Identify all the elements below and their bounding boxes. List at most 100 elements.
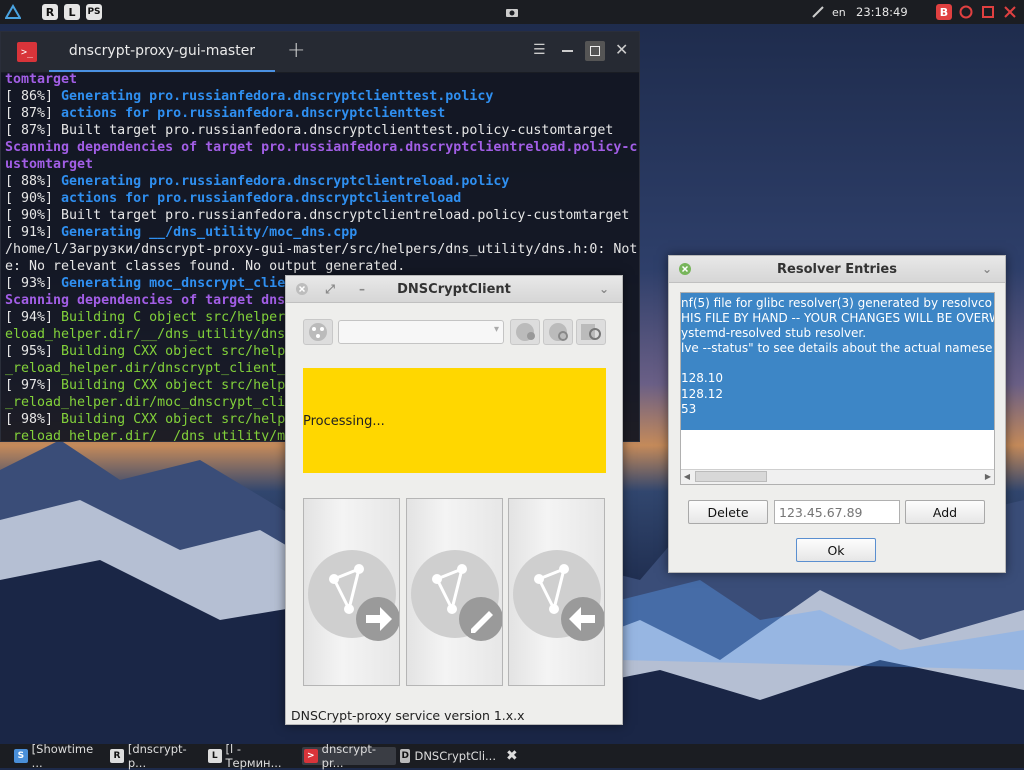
minimize-icon[interactable]: – bbox=[352, 279, 372, 299]
progress-prefix: [ 95%] bbox=[5, 344, 62, 359]
maximize-tray-icon[interactable] bbox=[980, 3, 996, 21]
terminal-line: Scanning dependencies of target pro.russ… bbox=[5, 139, 637, 156]
dnscrypt-window: ⤢ – DNSCryptClient ⌄ ▾ Processing... DNS… bbox=[285, 275, 623, 725]
scroll-thumb[interactable] bbox=[695, 471, 767, 482]
restart-service-button[interactable] bbox=[406, 498, 503, 686]
progress-prefix: [ 94%] bbox=[5, 310, 62, 325]
task-terminal-l[interactable]: L [l - Термин... bbox=[206, 742, 298, 770]
add-button[interactable]: Add bbox=[905, 500, 985, 524]
progress-prefix: [ 90%] bbox=[5, 208, 62, 223]
close-tray-icon[interactable] bbox=[1002, 3, 1018, 21]
resolver-window: Resolver Entries ⌄ nf(5) file for glibc … bbox=[668, 255, 1006, 573]
terminal-line-text: Built target pro.russianfedora.dnscryptc… bbox=[61, 123, 614, 138]
close-icon[interactable] bbox=[675, 259, 695, 279]
terminal-line: [ 88%] Generating pro.russianfedora.dnsc… bbox=[5, 173, 637, 190]
terminal-line-text: actions for pro.russianfedora.dnscryptcl… bbox=[61, 106, 446, 121]
playstation-icon[interactable]: PS bbox=[86, 3, 102, 21]
close-button[interactable]: ✕ bbox=[615, 40, 628, 59]
maximize-button[interactable] bbox=[585, 41, 605, 61]
ip-input[interactable] bbox=[774, 500, 900, 524]
chevron-down-icon[interactable]: ⌄ bbox=[977, 259, 997, 279]
terminal-line: [ 87%] actions for pro.russianfedora.dns… bbox=[5, 105, 637, 122]
network-globe-icon[interactable] bbox=[303, 319, 333, 345]
terminal-line-text: _reload_helper.dir/__/dns_utility/mo bbox=[5, 429, 294, 441]
launcher-l[interactable]: L bbox=[64, 3, 80, 21]
clock[interactable]: 23:18:49 bbox=[856, 3, 908, 21]
globe-edit-icon bbox=[411, 550, 502, 641]
status-panel: Processing... bbox=[303, 368, 606, 473]
chevron-down-icon: ▾ bbox=[493, 324, 499, 335]
new-tab-button[interactable]: + bbox=[287, 38, 305, 63]
terminal-line-text: actions for pro.russianfedora.dnscryptcl… bbox=[61, 191, 462, 206]
settings-icon[interactable] bbox=[543, 319, 573, 345]
terminal-line: tomtarget bbox=[5, 71, 637, 88]
window-title: Resolver Entries bbox=[777, 261, 897, 277]
scroll-right-icon[interactable]: ▶ bbox=[982, 470, 994, 483]
terminal-icon: > bbox=[304, 749, 318, 763]
progress-prefix: [ 90%] bbox=[5, 191, 62, 206]
task-dnscrypt-terminal[interactable]: > dnscrypt-pr... bbox=[302, 742, 396, 770]
server-select[interactable]: ▾ bbox=[338, 320, 504, 344]
maximize-icon[interactable]: ⤢ bbox=[320, 279, 340, 299]
l-icon: L bbox=[208, 749, 222, 763]
horizontal-scrollbar[interactable]: ◀ ▶ bbox=[681, 469, 994, 484]
start-service-button[interactable] bbox=[303, 498, 400, 686]
ok-button[interactable]: Ok bbox=[796, 538, 876, 562]
terminal-line-text: e: No relevant classes found. No output … bbox=[5, 259, 406, 274]
terminal-line-text: Generating moc_dnscrypt_clie bbox=[61, 276, 286, 291]
resolver-titlebar: Resolver Entries ⌄ bbox=[669, 256, 1005, 283]
progress-prefix: [ 87%] bbox=[5, 106, 62, 121]
globe-arrow-left-icon bbox=[513, 550, 604, 641]
close-icon[interactable] bbox=[292, 279, 312, 299]
tab-dnscrypt[interactable]: dnscrypt-proxy-gui-master bbox=[49, 32, 275, 72]
terminal-line: /home/l/Загрузки/dnscrypt-proxy-gui-mast… bbox=[5, 241, 637, 258]
terminal-line: [ 86%] Generating pro.russianfedora.dnsc… bbox=[5, 88, 637, 105]
terminal-line-text: Generating pro.russianfedora.dnscryptcli… bbox=[61, 174, 510, 189]
tray-badge[interactable]: B bbox=[936, 3, 952, 21]
screenshot-icon[interactable] bbox=[504, 3, 520, 21]
menu-button[interactable]: ☰ bbox=[533, 42, 546, 58]
delete-button[interactable]: Delete bbox=[688, 500, 768, 524]
stop-service-button[interactable] bbox=[508, 498, 605, 686]
launcher-r[interactable]: R bbox=[42, 3, 58, 21]
terminal-line: [ 91%] Generating __/dns_utility/moc_dns… bbox=[5, 224, 637, 241]
dnscrypt-titlebar: ⤢ – DNSCryptClient ⌄ bbox=[286, 276, 622, 303]
terminal-line-text: Generating pro.russianfedora.dnscryptcli… bbox=[61, 89, 494, 104]
terminal-header: >_ dnscrypt-proxy-gui-master + ☰ ✕ bbox=[1, 32, 639, 73]
chevron-down-icon[interactable]: ⌄ bbox=[594, 279, 614, 299]
globe-arrow-right-icon bbox=[308, 550, 399, 641]
terminal-line-text: eload_helper.dir/__/dns_utility/dns bbox=[5, 327, 286, 342]
progress-prefix: [ 91%] bbox=[5, 225, 62, 240]
network-icon[interactable] bbox=[810, 3, 826, 21]
terminal-line-text: tomtarget bbox=[5, 72, 78, 87]
terminal-line-text: Built target pro.russianfedora.dnscryptc… bbox=[61, 208, 630, 223]
task-dnscrypt-r[interactable]: R [dnscrypt-p... bbox=[108, 742, 204, 770]
info-icon[interactable] bbox=[510, 319, 540, 345]
progress-prefix: [ 98%] bbox=[5, 412, 62, 427]
taskbar: S [Showtime ... R [dnscrypt-p... L [l - … bbox=[0, 742, 1024, 770]
terminal-line: [ 90%] Built target pro.russianfedora.dn… bbox=[5, 207, 637, 224]
task-showtime[interactable]: S [Showtime ... bbox=[12, 742, 106, 770]
keyboard-layout[interactable]: en bbox=[832, 3, 846, 21]
resolver-entries-list[interactable]: nf(5) file for glibc resolver(3) generat… bbox=[680, 292, 995, 485]
terminal-line-text: Scanning dependencies of target dns bbox=[5, 293, 286, 308]
progress-prefix: [ 88%] bbox=[5, 174, 62, 189]
close-all-icon[interactable]: ✖ bbox=[504, 747, 522, 765]
window-title: DNSCryptClient bbox=[397, 281, 511, 297]
r-icon: R bbox=[110, 749, 124, 763]
power-icon[interactable] bbox=[958, 3, 974, 21]
version-label: DNSCrypt-proxy service version 1.x.x bbox=[291, 708, 525, 723]
scroll-left-icon[interactable]: ◀ bbox=[681, 470, 693, 483]
terminal-line-text: /home/l/Загрузки/dnscrypt-proxy-gui-mast… bbox=[5, 242, 637, 257]
minimize-button[interactable] bbox=[562, 50, 573, 52]
progress-prefix: [ 93%] bbox=[5, 276, 62, 291]
menu-icon[interactable] bbox=[4, 3, 22, 21]
progress-prefix: [ 87%] bbox=[5, 123, 62, 138]
terminal-line-text: _reload_helper.dir/moc_dnscrypt_clie bbox=[5, 395, 294, 410]
task-dnscryptclient[interactable]: D DNSCryptCli... bbox=[398, 747, 496, 765]
entry-text: nf(5) file for glibc resolver(3) generat… bbox=[681, 296, 994, 416]
search-icon[interactable] bbox=[576, 319, 606, 345]
progress-prefix: [ 86%] bbox=[5, 89, 62, 104]
selected-entry[interactable]: nf(5) file for glibc resolver(3) generat… bbox=[681, 293, 994, 430]
terminal-line-text: ustomtarget bbox=[5, 157, 94, 172]
